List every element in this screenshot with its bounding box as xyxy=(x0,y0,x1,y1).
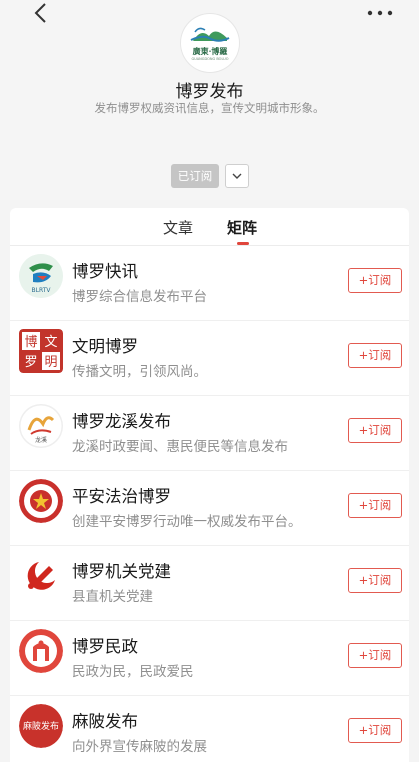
avatar-text: BLRTV xyxy=(32,287,52,294)
account-name: 博罗民政 xyxy=(72,637,138,656)
list-item[interactable]: 麻陂发布 麻陂发布 向外界宣传麻陂的发展 +订阅 xyxy=(10,696,409,762)
tab-matrix[interactable]: 矩阵 xyxy=(227,217,257,238)
account-name: 博罗龙溪发布 xyxy=(72,412,171,431)
list-item[interactable]: 博罗民政 民政为民，民政爱民 +订阅 xyxy=(10,621,409,696)
account-description: 发布博罗权威资讯信息，宣传文明城市形象。 xyxy=(94,101,325,115)
subscribe-button[interactable]: +订阅 xyxy=(348,643,402,668)
svg-text:罗: 罗 xyxy=(24,355,37,370)
subscribe-button[interactable]: +订阅 xyxy=(348,493,402,518)
civil-affairs-logo-icon xyxy=(19,629,63,673)
blrtv-logo-icon: BLRTV xyxy=(19,254,63,298)
police-emblem-icon xyxy=(19,479,63,523)
account-description: 创建平安博罗行动唯一权威发布平台。 xyxy=(72,514,302,530)
logo-text: 廣東·博羅 xyxy=(192,46,228,56)
account-description: 县直机关党建 xyxy=(72,589,153,605)
avatar-text: 龙溪 xyxy=(35,436,47,444)
longxi-logo-icon: 龙溪 xyxy=(19,404,63,448)
ellipsis-icon[interactable] xyxy=(363,4,397,22)
list-item[interactable]: 龙溪 博罗龙溪发布 龙溪时政要闻、惠民便民等信息发布 +订阅 xyxy=(10,396,409,471)
avatar-text: 麻陂发布 xyxy=(23,720,59,732)
mountain-icon xyxy=(190,27,230,42)
account-description: 博罗综合信息发布平台 xyxy=(72,289,207,305)
account-description: 传播文明，引领风尚。 xyxy=(72,364,207,380)
active-tab-indicator xyxy=(237,242,249,245)
list-item[interactable]: 博罗机关党建 县直机关党建 +订阅 xyxy=(10,546,409,621)
content-card: 文章 矩阵 BLRTV 博罗快讯 博罗综合信息发布平台 +订阅 博 文 罗 明 … xyxy=(10,208,409,762)
subscribe-button[interactable]: +订阅 xyxy=(348,268,402,293)
subscribe-button[interactable]: +订阅 xyxy=(348,418,402,443)
list-item[interactable]: 博 文 罗 明 文明博罗 传播文明，引领风尚。 +订阅 xyxy=(10,321,409,396)
subscription-dropdown-button[interactable] xyxy=(225,164,249,188)
list-item[interactable]: BLRTV 博罗快讯 博罗综合信息发布平台 +订阅 xyxy=(10,246,409,321)
account-header: 廣東·博羅 GUANGDONG BOLUO 博罗发布 发布博罗权威资讯信息，宣传… xyxy=(0,0,419,200)
logo-subtext: GUANGDONG BOLUO xyxy=(191,57,229,61)
wenming-seal-icon: 博 文 罗 明 xyxy=(19,329,63,373)
chevron-left-icon[interactable] xyxy=(26,0,56,30)
account-name: 博罗快讯 xyxy=(72,262,138,281)
party-emblem-icon xyxy=(19,554,63,598)
subscribed-button[interactable]: 已订阅 xyxy=(171,164,219,188)
account-name: 麻陂发布 xyxy=(72,712,138,731)
tab-bar: 文章 矩阵 xyxy=(10,208,409,246)
svg-text:博: 博 xyxy=(24,335,37,350)
page-title: 博罗发布 xyxy=(175,82,244,102)
account-description: 龙溪时政要闻、惠民便民等信息发布 xyxy=(72,439,288,455)
subscribe-button[interactable]: +订阅 xyxy=(348,568,402,593)
account-description: 向外界宣传麻陂的发展 xyxy=(72,739,207,755)
chevron-down-icon xyxy=(232,173,242,179)
account-logo: 廣東·博羅 GUANGDONG BOLUO xyxy=(181,14,239,72)
account-name: 文明博罗 xyxy=(72,337,138,356)
subscribe-button[interactable]: +订阅 xyxy=(348,718,402,743)
account-description: 民政为民，民政爱民 xyxy=(72,664,194,680)
list-item[interactable]: 平安法治博罗 创建平安博罗行动唯一权威发布平台。 +订阅 xyxy=(10,471,409,546)
mabei-logo-icon: 麻陂发布 xyxy=(19,704,63,748)
svg-text:明: 明 xyxy=(44,355,57,370)
tab-articles[interactable]: 文章 xyxy=(163,217,193,238)
account-name: 平安法治博罗 xyxy=(72,487,171,506)
subscribe-button[interactable]: +订阅 xyxy=(348,343,402,368)
svg-text:文: 文 xyxy=(44,335,57,350)
account-name: 博罗机关党建 xyxy=(72,562,171,581)
